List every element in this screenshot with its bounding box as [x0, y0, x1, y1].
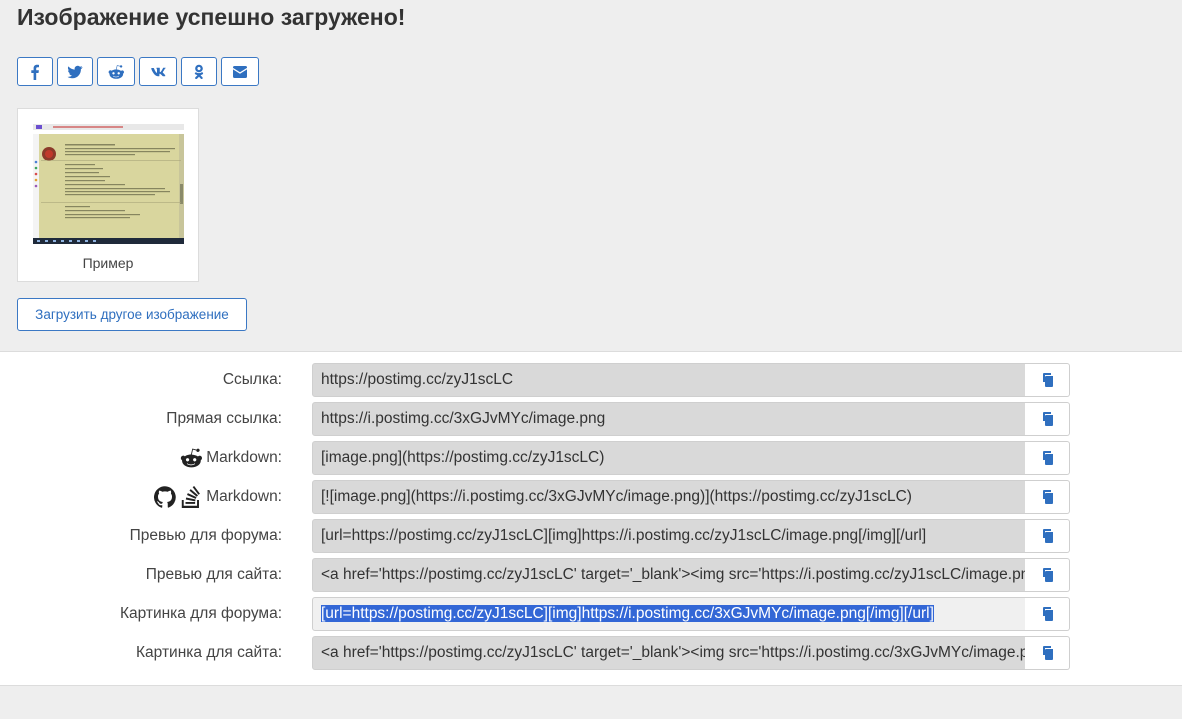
- email-icon: [233, 65, 247, 78]
- vk-icon: [151, 67, 166, 76]
- copy-icon: [1043, 412, 1053, 426]
- site-image-field[interactable]: <a href='https://postimg.cc/zyJ1scLC' ta…: [312, 636, 1026, 670]
- copy-icon: [1043, 646, 1053, 660]
- github-icon: [154, 486, 176, 508]
- direct-link-row: Прямая ссылка: https://i.postimg.cc/3xGJ…: [0, 402, 1182, 436]
- site-preview-row: Превью для сайта: <a href='https://posti…: [0, 558, 1182, 592]
- site-preview-field[interactable]: <a href='https://postimg.cc/zyJ1scLC' ta…: [312, 558, 1026, 592]
- odnoklassniki-icon: [194, 64, 204, 79]
- vk-share-button[interactable]: [139, 57, 177, 86]
- copy-button[interactable]: [1025, 363, 1070, 397]
- facebook-icon: [31, 64, 39, 80]
- direct-link-field[interactable]: https://i.postimg.cc/3xGJvMYc/image.png: [312, 402, 1026, 436]
- share-links-panel: Ссылка: https://postimg.cc/zyJ1scLC Прям…: [0, 351, 1182, 686]
- site-preview-label: Превью для сайта:: [145, 566, 282, 583]
- forum-image-row: Картинка для форума: [url=https://postim…: [0, 597, 1182, 631]
- copy-button[interactable]: [1025, 597, 1070, 631]
- copy-icon: [1043, 451, 1053, 465]
- direct-link-label: Прямая ссылка:: [166, 410, 282, 427]
- link-row: Ссылка: https://postimg.cc/zyJ1scLC: [0, 363, 1182, 397]
- selected-text: [url=https://postimg.cc/zyJ1scLC][img]ht…: [321, 605, 934, 622]
- share-buttons: [17, 57, 259, 86]
- copy-button[interactable]: [1025, 519, 1070, 553]
- markdown-github-row: Markdown: [![image.png](https://i.postim…: [0, 480, 1182, 514]
- copy-button[interactable]: [1025, 558, 1070, 592]
- twitter-icon: [67, 65, 83, 78]
- reddit-icon: [108, 64, 124, 79]
- copy-icon: [1043, 568, 1053, 582]
- copy-icon: [1043, 490, 1053, 504]
- email-share-button[interactable]: [221, 57, 259, 86]
- markdown-github-label: Markdown:: [154, 480, 282, 514]
- link-label: Ссылка:: [222, 371, 282, 388]
- markdown-github-field[interactable]: [![image.png](https://i.postimg.cc/3xGJv…: [312, 480, 1026, 514]
- upload-result-header: Изображение успешно загружено! Пример За…: [0, 0, 1182, 351]
- thumbnail-caption: Пример: [82, 255, 134, 271]
- copy-icon: [1043, 607, 1053, 621]
- markdown-reddit-field[interactable]: [image.png](https://postimg.cc/zyJ1scLC): [312, 441, 1026, 475]
- forum-preview-field[interactable]: [url=https://postimg.cc/zyJ1scLC][img]ht…: [312, 519, 1026, 553]
- image-thumbnail[interactable]: [33, 124, 184, 244]
- forum-preview-row: Превью для форума: [url=https://postimg.…: [0, 519, 1182, 553]
- forum-image-field[interactable]: [url=https://postimg.cc/zyJ1scLC][img]ht…: [312, 597, 1026, 631]
- site-image-label: Картинка для сайта:: [136, 644, 282, 661]
- stackoverflow-icon: [180, 486, 202, 508]
- reddit-share-button[interactable]: [97, 57, 135, 86]
- thumbnail-preview: [33, 124, 184, 244]
- twitter-share-button[interactable]: [57, 57, 93, 86]
- markdown-reddit-row: Markdown: [image.png](https://postimg.cc…: [0, 441, 1182, 475]
- reddit-icon: [180, 447, 203, 469]
- copy-icon: [1043, 373, 1053, 387]
- copy-button[interactable]: [1025, 402, 1070, 436]
- link-field[interactable]: https://postimg.cc/zyJ1scLC: [312, 363, 1026, 397]
- upload-another-button[interactable]: Загрузить другое изображение: [17, 298, 247, 331]
- forum-preview-label: Превью для форума:: [129, 527, 282, 544]
- odnoklassniki-share-button[interactable]: [181, 57, 217, 86]
- copy-button[interactable]: [1025, 441, 1070, 475]
- forum-image-label: Картинка для форума:: [119, 605, 282, 622]
- copy-icon: [1043, 529, 1053, 543]
- facebook-share-button[interactable]: [17, 57, 53, 86]
- copy-button[interactable]: [1025, 636, 1070, 670]
- page-title: Изображение успешно загружено!: [17, 4, 406, 30]
- image-thumbnail-card: Пример: [17, 108, 199, 282]
- markdown-reddit-label: Markdown:: [180, 441, 282, 475]
- site-image-row: Картинка для сайта: <a href='https://pos…: [0, 636, 1182, 670]
- copy-button[interactable]: [1025, 480, 1070, 514]
